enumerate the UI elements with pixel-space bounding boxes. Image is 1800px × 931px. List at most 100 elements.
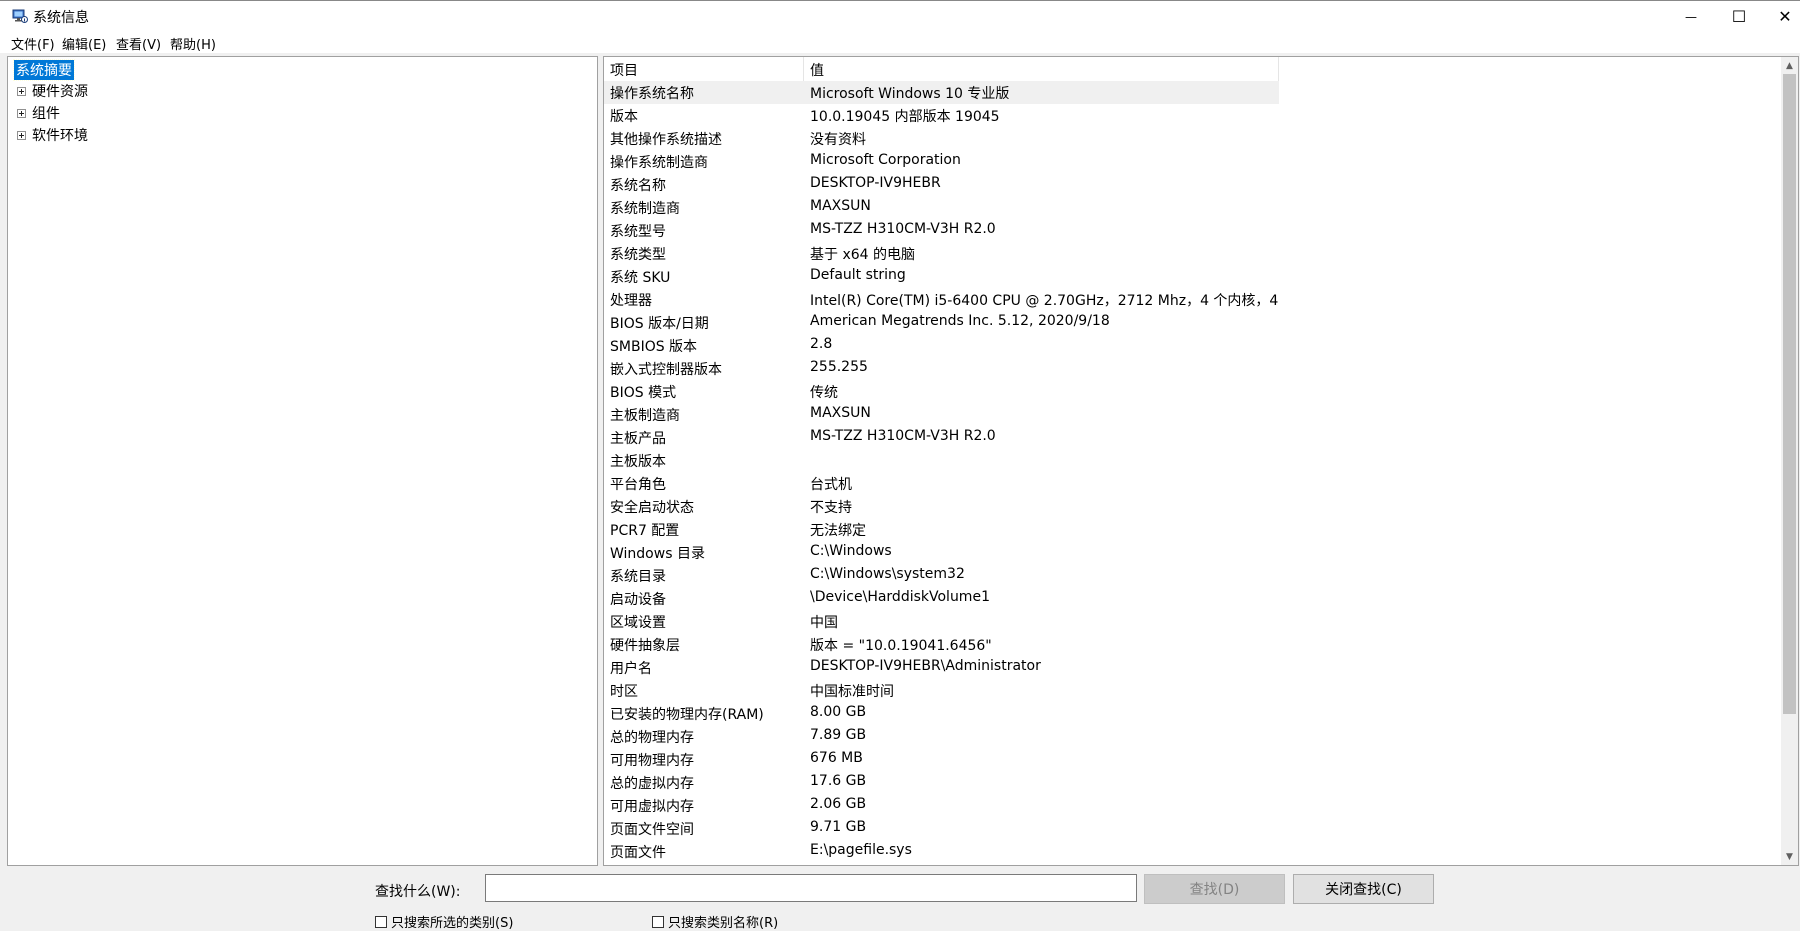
find-bar: 查找什么(W): 查找(D) 关闭查找(C) 只搜索所选的类别(S) 只搜索类别… xyxy=(0,868,1800,931)
row-item-cell: PCR7 配置 xyxy=(610,523,680,539)
tree-item-hardware-resources[interactable]: 硬件资源 xyxy=(17,81,88,101)
row-value-cell: 2.8 xyxy=(810,336,833,352)
row-item-cell: 硬件抽象层 xyxy=(610,638,680,654)
table-row[interactable]: 总的虚拟内存 17.6 GB xyxy=(604,771,1779,794)
column-header-value[interactable]: 值 xyxy=(810,60,824,80)
table-row[interactable]: 操作系统制造商 Microsoft Corporation xyxy=(604,150,1779,173)
list-header: 项目 值 xyxy=(604,57,1779,81)
table-row[interactable]: Windows 目录 C:\Windows xyxy=(604,541,1779,564)
scrollbar-thumb[interactable] xyxy=(1783,74,1796,714)
menu-help[interactable]: 帮助(H) xyxy=(170,34,216,53)
table-row[interactable]: 主板制造商 MAXSUN xyxy=(604,403,1779,426)
table-row[interactable]: 操作系统名称 Microsoft Windows 10 专业版 xyxy=(604,81,1779,104)
table-row[interactable]: 版本 10.0.19045 内部版本 19045 xyxy=(604,104,1779,127)
row-value-cell: MAXSUN xyxy=(810,405,871,421)
row-item-cell: 版本 xyxy=(610,109,638,125)
system-info-app-icon xyxy=(12,9,28,23)
table-row[interactable]: 页面文件 E:\pagefile.sys xyxy=(604,840,1779,863)
tree-item-software-environment[interactable]: 软件环境 xyxy=(17,125,88,145)
table-row[interactable]: 系统目录 C:\Windows\system32 xyxy=(604,564,1779,587)
row-item-cell: 系统 SKU xyxy=(610,270,671,286)
checkbox-box[interactable] xyxy=(375,915,387,928)
row-item-cell: 已安装的物理内存(RAM) xyxy=(610,707,764,723)
row-item-cell: 时区 xyxy=(610,684,638,700)
table-row[interactable]: 主板产品 MS-TZZ H310CM-V3H R2.0 xyxy=(604,426,1779,449)
tree-item-components[interactable]: 组件 xyxy=(17,103,60,123)
column-divider[interactable] xyxy=(1278,57,1279,81)
tree-item-label: 软件环境 xyxy=(32,128,88,144)
table-row[interactable]: 嵌入式控制器版本 255.255 xyxy=(604,357,1779,380)
table-row[interactable]: BIOS 版本/日期 American Megatrends Inc. 5.12,… xyxy=(604,311,1779,334)
row-value-cell: Default string xyxy=(810,267,906,283)
row-item-cell: 嵌入式控制器版本 xyxy=(610,362,722,378)
category-tree[interactable]: 系统摘要 硬件资源 组件 软件环境 xyxy=(7,56,598,866)
menu-bar: 文件(F) 编辑(E) 查看(V) 帮助(H) xyxy=(0,31,1800,53)
row-value-cell: C:\Windows\system32 xyxy=(810,566,965,582)
find-button[interactable]: 查找(D) xyxy=(1144,874,1285,904)
table-row[interactable]: PCR7 配置 无法绑定 xyxy=(604,518,1779,541)
checkbox-label: 只搜索所选的类别(S) xyxy=(391,916,514,931)
table-row[interactable]: 已安装的物理内存(RAM) 8.00 GB xyxy=(604,702,1779,725)
table-row[interactable]: 处理器 Intel(R) Core(TM) i5-6400 CPU @ 2.70G… xyxy=(604,288,1779,311)
row-value-cell: Microsoft Corporation xyxy=(810,152,961,168)
minimize-button[interactable]: — xyxy=(1668,1,1714,32)
menu-file[interactable]: 文件(F) xyxy=(11,34,55,53)
table-row[interactable]: 页面文件空间 9.71 GB xyxy=(604,817,1779,840)
column-divider[interactable] xyxy=(803,57,804,81)
row-value-cell: C:\Windows xyxy=(810,543,892,559)
menu-edit[interactable]: 编辑(E) xyxy=(62,34,106,53)
row-item-cell: 总的虚拟内存 xyxy=(610,776,694,792)
table-row[interactable]: 时区 中国标准时间 xyxy=(604,679,1779,702)
row-item-cell: 主板制造商 xyxy=(610,408,680,424)
maximize-button[interactable]: ☐ xyxy=(1716,1,1762,32)
table-row[interactable]: 其他操作系统描述 没有资料 xyxy=(604,127,1779,150)
table-row[interactable]: 平台角色 台式机 xyxy=(604,472,1779,495)
table-row[interactable]: BIOS 模式 传统 xyxy=(604,380,1779,403)
tree-item-label: 系统摘要 xyxy=(13,59,75,81)
row-value-cell: 台式机 xyxy=(810,477,852,493)
table-row[interactable]: 启动设备 \Device\HarddiskVolume1 xyxy=(604,587,1779,610)
row-value-cell: 版本 = "10.0.19041.6456" xyxy=(810,638,992,654)
close-button[interactable]: ✕ xyxy=(1762,1,1800,32)
table-row[interactable]: 可用物理内存 676 MB xyxy=(604,748,1779,771)
row-item-cell: 主板版本 xyxy=(610,454,666,470)
table-row[interactable]: SMBIOS 版本 2.8 xyxy=(604,334,1779,357)
table-row[interactable]: 总的物理内存 7.89 GB xyxy=(604,725,1779,748)
table-row[interactable]: 主板版本 xyxy=(604,449,1779,472)
checkbox-box[interactable] xyxy=(652,915,664,928)
table-row[interactable]: 用户名 DESKTOP-IV9HEBR\Administrator xyxy=(604,656,1779,679)
row-item-cell: 可用物理内存 xyxy=(610,753,694,769)
scroll-down-arrow-icon[interactable]: ▼ xyxy=(1781,848,1798,865)
table-row[interactable]: 可用虚拟内存 2.06 GB xyxy=(604,794,1779,817)
table-row[interactable]: 系统类型 基于 x64 的电脑 xyxy=(604,242,1779,265)
find-input[interactable] xyxy=(485,874,1137,902)
table-row[interactable]: 系统制造商 MAXSUN xyxy=(604,196,1779,219)
row-item-cell: 系统型号 xyxy=(610,224,666,240)
scroll-up-arrow-icon[interactable]: ▲ xyxy=(1781,57,1798,74)
list-rows: 操作系统名称 Microsoft Windows 10 专业版 版本 10.0.190… xyxy=(604,81,1779,863)
tree-item-system-summary[interactable]: 系统摘要 xyxy=(13,59,75,81)
menu-view[interactable]: 查看(V) xyxy=(116,34,161,53)
row-value-cell: 8.00 GB xyxy=(810,704,867,720)
table-row[interactable]: 硬件抽象层 版本 = "10.0.19041.6456" xyxy=(604,633,1779,656)
expand-icon[interactable] xyxy=(17,108,26,118)
row-value-cell: 7.89 GB xyxy=(810,727,867,743)
table-row[interactable]: 系统名称 DESKTOP-IV9HEBR xyxy=(604,173,1779,196)
row-value-cell: Microsoft Windows 10 专业版 xyxy=(810,86,1010,102)
row-value-cell: MS-TZZ H310CM-V3H R2.0 xyxy=(810,221,996,237)
vertical-scrollbar[interactable]: ▲ ▼ xyxy=(1781,57,1798,865)
search-category-names-checkbox[interactable]: 只搜索类别名称(R) xyxy=(652,912,778,931)
search-selected-category-checkbox[interactable]: 只搜索所选的类别(S) xyxy=(375,912,513,931)
title-bar: 系统信息 — ☐ ✕ xyxy=(0,0,1800,31)
table-row[interactable]: 系统型号 MS-TZZ H310CM-V3H R2.0 xyxy=(604,219,1779,242)
close-find-button[interactable]: 关闭查找(C) xyxy=(1293,874,1434,904)
expand-icon[interactable] xyxy=(17,130,26,140)
table-row[interactable]: 安全启动状态 不支持 xyxy=(604,495,1779,518)
table-row[interactable]: 区域设置 中国 xyxy=(604,610,1779,633)
row-value-cell: MS-TZZ H310CM-V3H R2.0 xyxy=(810,428,996,444)
details-list[interactable]: 项目 值 操作系统名称 Microsoft Windows 10 专业版 版本 10.… xyxy=(603,56,1799,866)
expand-icon[interactable] xyxy=(17,86,26,96)
row-value-cell: Intel(R) Core(TM) i5-6400 CPU @ 2.70GHz，… xyxy=(810,293,1280,309)
column-header-item[interactable]: 项目 xyxy=(610,60,638,80)
table-row[interactable]: 系统 SKU Default string xyxy=(604,265,1779,288)
